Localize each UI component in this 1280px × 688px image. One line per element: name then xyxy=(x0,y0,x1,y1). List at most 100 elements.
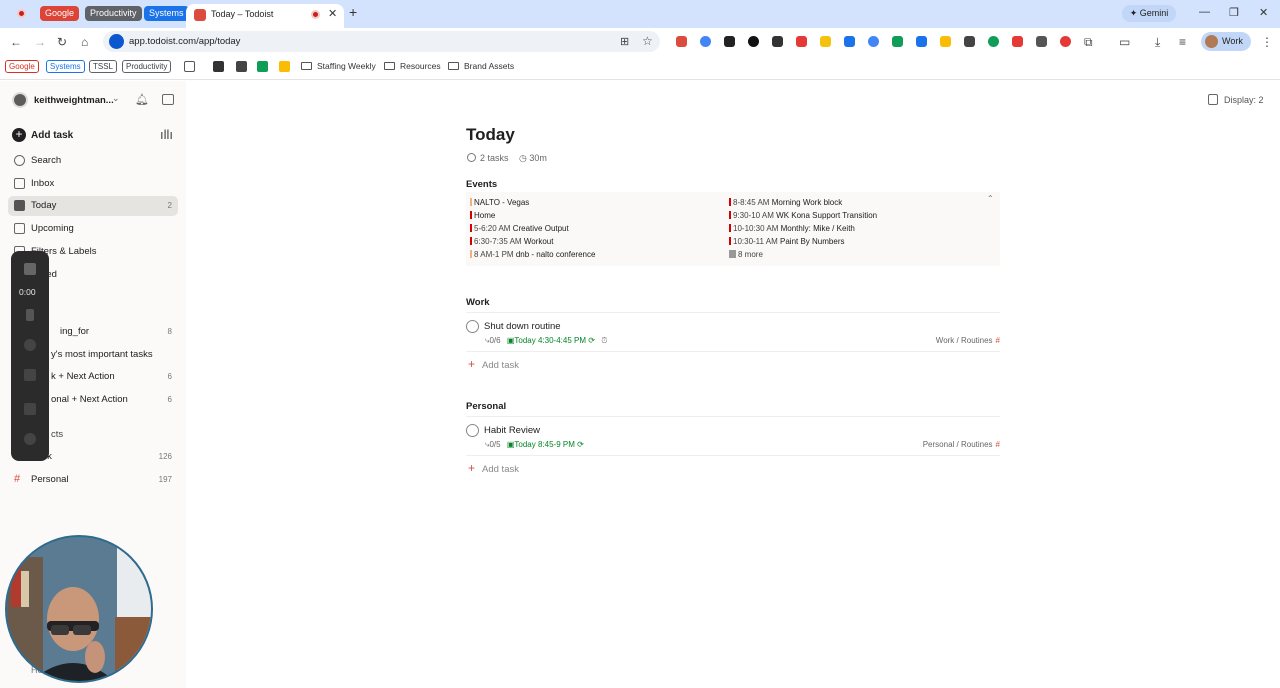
task-title[interactable]: Shut down routine xyxy=(484,321,561,332)
s-extension-icon[interactable] xyxy=(892,36,903,47)
sidebar-item-label: Personal xyxy=(31,474,69,485)
event-color-bar xyxy=(470,211,472,219)
event-item[interactable]: 5-6:20 AM Creative Output xyxy=(470,224,569,233)
profile-button[interactable]: Work xyxy=(1201,32,1251,51)
r-extension-icon[interactable] xyxy=(820,36,831,47)
info-extension-icon[interactable] xyxy=(748,36,759,47)
sidebar-item-today[interactable]: Today 2 xyxy=(8,196,178,216)
gemini-button[interactable]: ✦ Gemini xyxy=(1122,5,1176,22)
task-complete-checkbox[interactable] xyxy=(466,424,479,437)
bookmark-group-systems[interactable]: Systems xyxy=(46,60,85,73)
apps-grid-icon[interactable] xyxy=(184,61,195,72)
sidebar-item-search[interactable]: Search xyxy=(8,151,178,171)
task-complete-checkbox[interactable] xyxy=(466,320,479,333)
font-extension-icon[interactable] xyxy=(772,36,783,47)
chevron-down-icon[interactable]: ⌄ xyxy=(112,93,120,104)
graduation-icon[interactable] xyxy=(213,61,224,72)
close-tab-icon[interactable]: ✕ xyxy=(328,7,337,20)
todoist-extension-icon[interactable] xyxy=(676,36,687,47)
s-bookmark-icon[interactable] xyxy=(257,61,268,72)
maximize-icon[interactable]: ❐ xyxy=(1229,6,1239,19)
chrome-extension-icon[interactable] xyxy=(700,36,711,47)
screen-extension-icon[interactable] xyxy=(916,36,927,47)
active-tab[interactable]: Today – Todoist ✕ xyxy=(186,4,344,28)
tab-group-productivity[interactable]: Productivity xyxy=(85,6,142,21)
bookmark-group-productivity[interactable]: Productivity xyxy=(122,60,172,73)
youtube-extension-icon[interactable] xyxy=(1012,36,1023,47)
restart-icon[interactable] xyxy=(24,339,36,351)
downloads-icon[interactable]: ⤓ xyxy=(1155,35,1160,50)
yellow-extension-icon[interactable] xyxy=(940,36,951,47)
task-title[interactable]: Habit Review xyxy=(484,425,540,436)
calendar-bookmark-icon[interactable] xyxy=(236,61,247,72)
media-controls-icon[interactable]: ≡ xyxy=(1179,35,1186,49)
sidebar-toggle-icon[interactable] xyxy=(162,94,174,105)
event-item[interactable]: 10-10:30 AM Monthly: Mike / Keith xyxy=(729,224,855,233)
blue-extension-icon[interactable] xyxy=(844,36,855,47)
event-item[interactable]: NALTO - Vegas xyxy=(470,198,529,207)
task-project-link[interactable]: Personal / Routines # xyxy=(923,440,1000,449)
sidebar-project-personal[interactable]: # Personal 197 xyxy=(8,470,178,490)
pen-extension-icon[interactable] xyxy=(1036,36,1047,47)
task-project-link[interactable]: Work / Routines # xyxy=(936,336,1000,345)
event-item[interactable]: 8-8:45 AM Morning Work block xyxy=(729,198,842,207)
more-events-link[interactable]: 8 more xyxy=(729,250,763,259)
site-info-icon[interactable] xyxy=(109,34,124,49)
back-icon[interactable]: ← xyxy=(10,35,22,49)
profile-avatar xyxy=(1205,35,1218,48)
translate-extension-icon[interactable] xyxy=(868,36,879,47)
tab-group-systems[interactable]: Systems xyxy=(144,6,189,21)
event-item[interactable]: 9:30-10 AM WK Kona Support Transition xyxy=(729,211,877,220)
ramble-voice-icon[interactable]: ıllı xyxy=(160,127,173,142)
stop-recording-icon[interactable] xyxy=(24,263,36,275)
settings-icon[interactable] xyxy=(24,433,36,445)
sidebar-item-label: ing_for xyxy=(60,326,90,337)
work-add-task-button[interactable]: + Add task xyxy=(468,357,519,371)
project-hash-icon: # xyxy=(14,473,21,485)
event-item[interactable]: 10:30-11 AM Paint By Numbers xyxy=(729,237,844,246)
red-extension-icon[interactable] xyxy=(796,36,807,47)
tab-group-google[interactable]: Google xyxy=(40,6,80,21)
display-options-button[interactable]: Display: 2 xyxy=(1208,94,1264,105)
workspace-name[interactable]: keithweightman... xyxy=(34,95,114,106)
bookmark-folder-resources[interactable]: Resources xyxy=(384,61,441,71)
address-bar[interactable]: app.todoist.com/app/today ⊞ ☆ xyxy=(103,31,660,52)
grammar-extension-icon[interactable] xyxy=(988,36,999,47)
sidebar-item-upcoming[interactable]: Upcoming xyxy=(8,219,178,239)
projects-header[interactable]: cts xyxy=(51,429,63,440)
install-app-icon[interactable]: ⊞ xyxy=(620,35,629,48)
bookmark-folder-brand-assets[interactable]: Brand Assets xyxy=(448,61,514,71)
personal-add-task-button[interactable]: + Add task xyxy=(468,461,519,475)
add-task-plus-icon[interactable]: + xyxy=(12,128,26,142)
collapse-events-icon[interactable]: ⌃ xyxy=(987,194,994,203)
trash-icon[interactable] xyxy=(24,369,36,381)
new-tab-button[interactable]: + xyxy=(349,4,357,20)
forward-icon[interactable]: → xyxy=(34,35,46,49)
bookmark-folder-staffing-weekly[interactable]: Staffing Weekly xyxy=(301,61,376,71)
tab-search-icon[interactable]: ▭ xyxy=(1119,35,1130,49)
sidebar-item-inbox[interactable]: Inbox xyxy=(8,174,178,194)
minimize-icon[interactable]: — xyxy=(1199,6,1210,18)
drive-bookmark-icon[interactable] xyxy=(279,61,290,72)
task-due-date[interactable]: Today 8:45-9 PM xyxy=(514,440,574,449)
task-due-date[interactable]: Today 4:30-4:45 PM xyxy=(514,336,586,345)
pause-icon[interactable] xyxy=(26,309,34,321)
event-item[interactable]: 6:30-7:35 AM Workout xyxy=(470,237,553,246)
sidebar-add-task-button[interactable]: Add task xyxy=(31,130,73,141)
event-item[interactable]: Home xyxy=(470,211,495,220)
rewind-icon[interactable] xyxy=(24,403,36,415)
pin-extension-icon[interactable] xyxy=(1060,36,1071,47)
r-bold-extension-icon[interactable] xyxy=(964,36,975,47)
reload-icon[interactable]: ↻ xyxy=(57,35,67,49)
bookmark-star-icon[interactable]: ☆ xyxy=(642,34,653,48)
extensions-puzzle-icon[interactable]: ⧉ xyxy=(1084,35,1093,50)
bell-icon[interactable]: 🔔︎ xyxy=(135,93,149,106)
bookmark-group-google[interactable]: Google xyxy=(5,60,39,73)
browser-menu-icon[interactable]: ⋮ xyxy=(1261,35,1273,49)
notion-extension-icon[interactable] xyxy=(724,36,735,47)
home-icon[interactable]: ⌂ xyxy=(81,35,88,49)
close-window-icon[interactable]: ✕ xyxy=(1259,6,1268,19)
user-avatar[interactable] xyxy=(12,92,28,108)
event-item[interactable]: 8 AM-1 PM dnb - nalto conference xyxy=(470,250,595,259)
bookmark-group-tssl[interactable]: TSSL xyxy=(89,60,118,73)
